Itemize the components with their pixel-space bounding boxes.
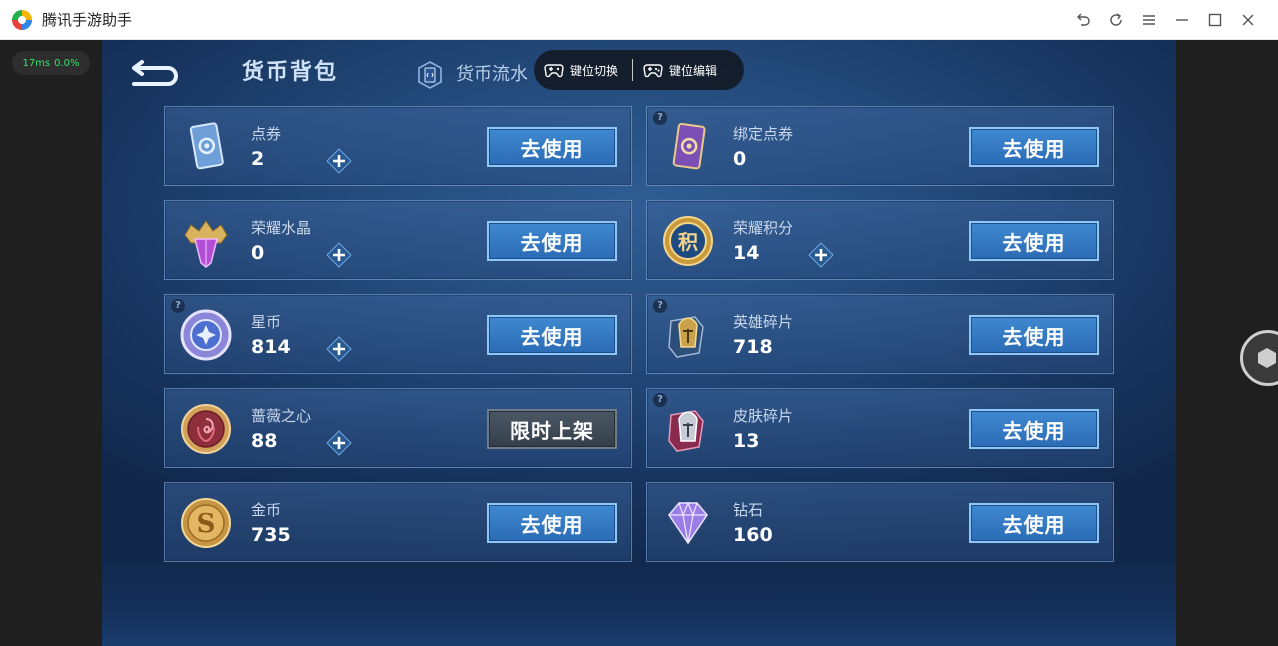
refresh-button[interactable] — [1104, 8, 1128, 32]
currency-name: 荣耀积分 — [733, 219, 794, 237]
window-titlebar: 腾讯手游助手 — [0, 0, 1278, 40]
currency-count: 0 — [251, 242, 265, 264]
currency-card-gold-coin: S 金币 735 去使用 — [164, 482, 632, 562]
key-switch-label: 键位切换 — [570, 63, 619, 78]
gamepad-edit-icon — [643, 64, 663, 78]
currency-name: 绑定点券 — [733, 125, 794, 143]
currency-card-voucher: 点券 2 去使用 — [164, 106, 632, 186]
diamond-icon — [668, 501, 708, 545]
currency-name: 点券 — [251, 125, 282, 143]
tab-currency-flow[interactable]: 货币流水 — [416, 60, 528, 90]
key-mapping-bar: 键位切换 键位编辑 — [534, 50, 744, 90]
currency-name: 荣耀水晶 — [251, 219, 312, 237]
close-icon — [1242, 14, 1254, 26]
undo-button[interactable] — [1071, 8, 1095, 32]
voucher-icon — [189, 122, 224, 170]
rose-heart-icon — [181, 404, 231, 454]
left-sidebar — [0, 40, 102, 646]
currency-count: 2 — [251, 148, 265, 170]
gamepad-switch-icon — [544, 64, 564, 78]
currency-card-glory-points: 积 荣耀积分 14 去使用 — [646, 200, 1114, 280]
use-button[interactable]: 去使用 — [487, 315, 617, 355]
add-plus-icon[interactable] — [325, 335, 353, 363]
currency-name: 金币 — [251, 501, 282, 519]
currency-count: 718 — [733, 336, 773, 358]
currency-name: 星币 — [251, 313, 282, 331]
currency-count: 814 — [251, 336, 291, 358]
glory-points-coin-icon: 积 — [663, 216, 713, 266]
minimize-button[interactable] — [1170, 8, 1194, 32]
currency-card-star-coin: ? 星币 814 去使用 — [164, 294, 632, 374]
menu-icon — [1143, 15, 1155, 25]
currency-card-hero-shard: ? 英雄碎片 718 去使用 — [646, 294, 1114, 374]
minimize-icon — [1176, 19, 1188, 21]
bound-voucher-icon — [672, 122, 706, 170]
back-arrow-icon[interactable] — [128, 58, 184, 88]
svg-text:积: 积 — [678, 230, 698, 254]
key-edit-label: 键位编辑 — [669, 63, 718, 78]
use-button[interactable]: 去使用 — [487, 503, 617, 543]
undo-icon — [1077, 13, 1090, 26]
app-title: 腾讯手游助手 — [42, 11, 133, 29]
use-button[interactable]: 去使用 — [969, 221, 1099, 261]
add-plus-icon[interactable] — [807, 241, 835, 269]
glory-crystal-icon — [184, 220, 228, 268]
use-button[interactable]: 去使用 — [969, 409, 1099, 449]
currency-card-rose-heart: 蔷薇之心 88 限时上架 — [164, 388, 632, 468]
menu-button[interactable] — [1137, 8, 1161, 32]
currency-name: 钻石 — [733, 501, 764, 519]
refresh-icon — [1110, 13, 1122, 26]
use-button[interactable]: 去使用 — [969, 127, 1099, 167]
currency-count: 14 — [733, 242, 760, 264]
currency-count: 13 — [733, 430, 760, 452]
tab-currency-bag[interactable]: 货币背包 — [242, 58, 338, 88]
limited-time-button[interactable]: 限时上架 — [487, 409, 617, 449]
cpu-value: 0.0% — [54, 57, 80, 69]
currency-name: 皮肤碎片 — [733, 407, 794, 425]
use-button[interactable]: 去使用 — [487, 127, 617, 167]
currency-card-icon — [418, 61, 442, 89]
svg-text:S: S — [197, 509, 216, 539]
currency-count: 88 — [251, 430, 278, 452]
currency-card-skin-shard: ? 皮肤碎片 13 去使用 — [646, 388, 1114, 468]
key-bar-divider — [632, 59, 634, 81]
skin-shard-helmet-icon — [668, 410, 704, 452]
currency-count: 735 — [251, 524, 291, 546]
close-button[interactable] — [1236, 8, 1260, 32]
currency-count: 160 — [733, 524, 773, 546]
hero-shard-helmet-icon — [668, 316, 704, 358]
key-edit-button[interactable]: 键位编辑 — [643, 50, 717, 90]
currency-name: 蔷薇之心 — [251, 407, 312, 425]
add-plus-icon[interactable] — [325, 147, 353, 175]
maximize-icon — [1208, 13, 1222, 27]
use-button[interactable]: 去使用 — [969, 315, 1099, 355]
gold-coin-icon: S — [181, 498, 231, 548]
currency-count: 0 — [733, 148, 747, 170]
use-button[interactable]: 去使用 — [487, 221, 617, 261]
perf-badge: 17ms 0.0% — [12, 51, 90, 75]
currency-card-bound-voucher: ? 绑定点券 0 去使用 — [646, 106, 1114, 186]
hexagon-icon — [1258, 348, 1276, 368]
use-button[interactable]: 去使用 — [969, 503, 1099, 543]
add-plus-icon[interactable] — [325, 429, 353, 457]
currency-name: 英雄碎片 — [733, 313, 794, 331]
game-screen: 货币背包 货币流水 键位切换 键位编辑 点券 2 去使用 ? 绑定点券 0 去使… — [102, 40, 1176, 646]
latency-value: 17ms — [22, 57, 51, 69]
tab-currency-flow-label: 货币流水 — [456, 64, 528, 85]
app-logo-icon — [12, 10, 32, 30]
currency-card-glory-crystal: 荣耀水晶 0 去使用 — [164, 200, 632, 280]
currency-card-diamond: 钻石 160 去使用 — [646, 482, 1114, 562]
add-plus-icon[interactable] — [325, 241, 353, 269]
maximize-button[interactable] — [1203, 8, 1227, 32]
star-coin-icon — [180, 309, 232, 361]
key-switch-button[interactable]: 键位切换 — [534, 50, 618, 90]
